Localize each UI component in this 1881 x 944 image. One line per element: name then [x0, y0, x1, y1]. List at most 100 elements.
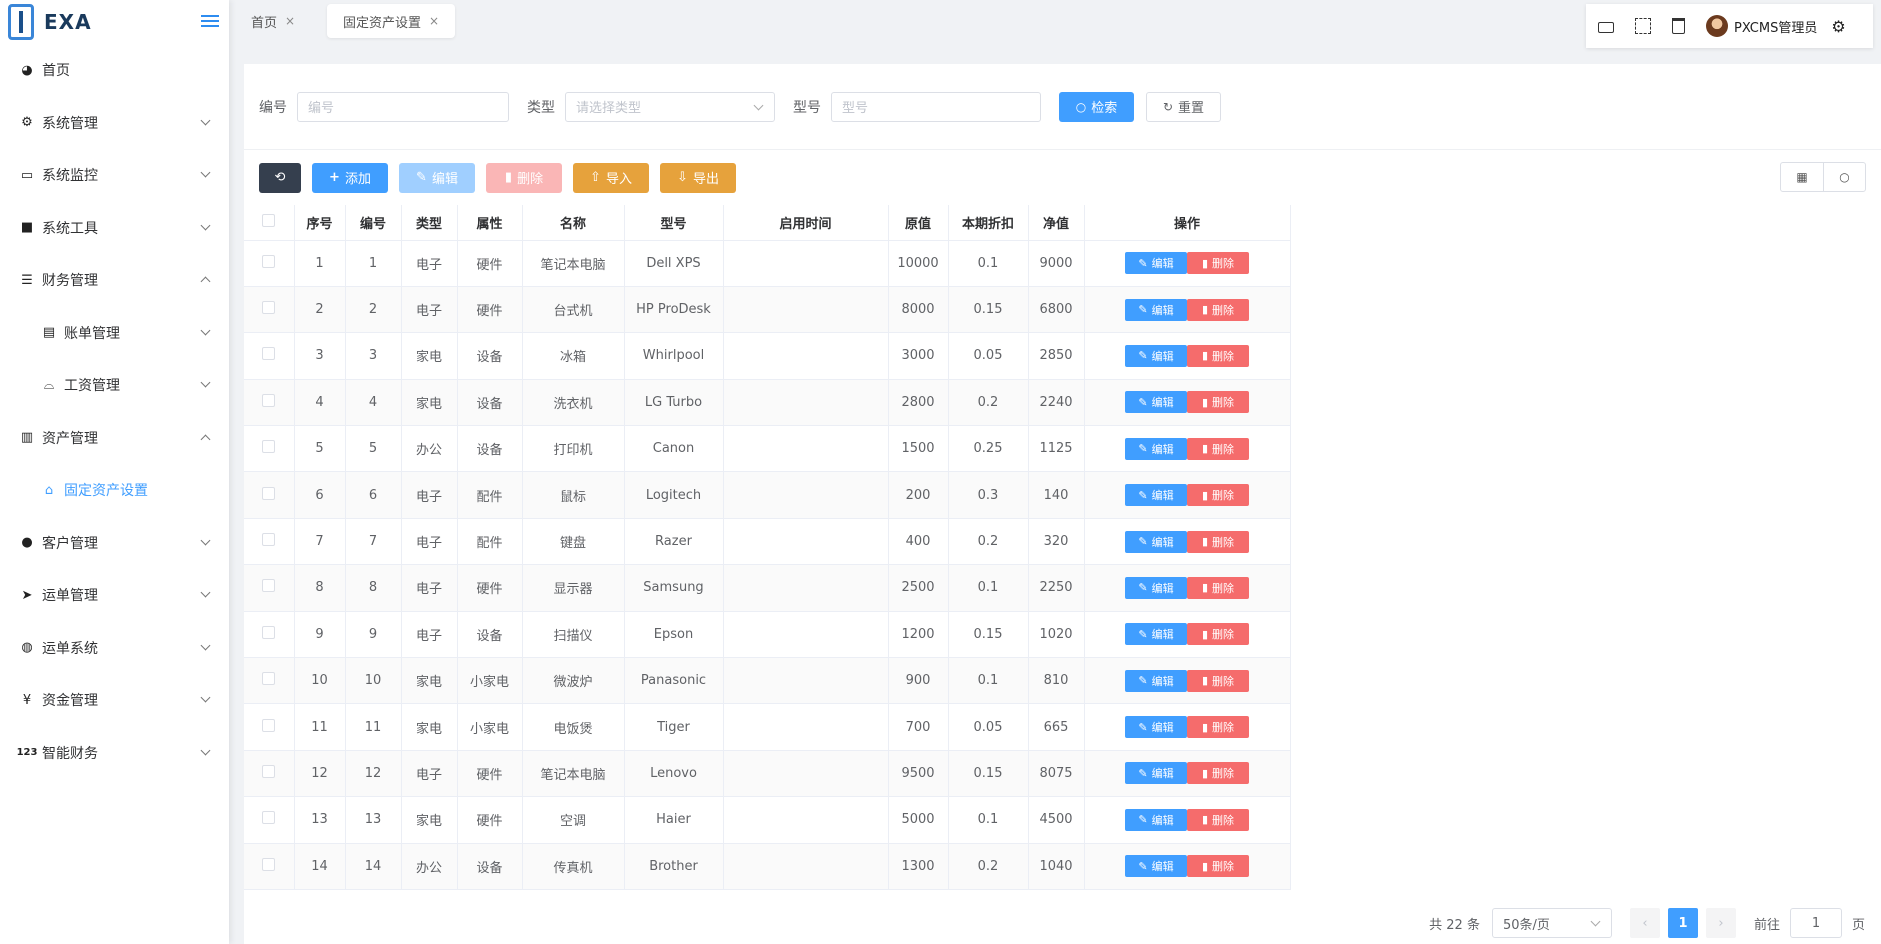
row-checkbox[interactable]	[262, 254, 276, 268]
row-delete-button[interactable]: ▮ 删除	[1187, 808, 1249, 831]
row-select-cell[interactable]	[244, 471, 295, 519]
row-edit-button[interactable]: ✎ 编辑	[1125, 344, 1187, 367]
import-button[interactable]: ⇧ 导入	[573, 162, 649, 193]
row-select-cell[interactable]	[244, 657, 295, 705]
sidebar-item-customers[interactable]: ● 客户管理	[0, 517, 229, 570]
row-checkbox[interactable]	[262, 811, 276, 825]
sidebar-item-system-management[interactable]: ⚙ 系统管理	[0, 97, 229, 150]
grid-icon[interactable]: ▦	[1781, 163, 1823, 191]
row-edit-button[interactable]: ✎ 编辑	[1125, 252, 1187, 275]
row-checkbox[interactable]	[262, 347, 276, 361]
row-delete-button[interactable]: ▮ 删除	[1187, 298, 1249, 321]
prev-page-button[interactable]: ‹	[1629, 908, 1660, 938]
row-edit-button[interactable]: ✎ 编辑	[1125, 576, 1187, 599]
row-select-cell[interactable]	[244, 240, 295, 287]
close-icon[interactable]: ×	[429, 14, 439, 28]
tab-fixed-assets[interactable]: 固定资产设置 ×	[327, 4, 456, 38]
row-edit-button[interactable]: ✎ 编辑	[1125, 437, 1187, 460]
row-delete-button[interactable]: ▮ 删除	[1187, 576, 1249, 599]
sidebar-item-funds[interactable]: ¥ 资金管理	[0, 674, 229, 727]
row-checkbox[interactable]	[262, 672, 276, 686]
model-input[interactable]: 型号	[831, 91, 1041, 122]
row-select-cell[interactable]	[244, 286, 295, 334]
row-checkbox[interactable]	[262, 393, 276, 407]
settings-gears-icon[interactable]: ⚙	[1831, 17, 1845, 36]
row-select-cell[interactable]	[244, 796, 295, 844]
row-delete-button[interactable]: ▮ 删除	[1187, 669, 1249, 692]
goto-page-input[interactable]: 1	[1789, 908, 1842, 938]
page-number[interactable]: 1	[1667, 908, 1698, 938]
row-delete-button[interactable]: ▮ 删除	[1187, 252, 1249, 275]
row-edit-button[interactable]: ✎ 编辑	[1125, 623, 1187, 646]
row-edit-button[interactable]: ✎ 编辑	[1125, 855, 1187, 878]
export-button[interactable]: ⇩ 导出	[660, 162, 736, 193]
row-select-cell[interactable]	[244, 564, 295, 612]
sidebar-item-system-monitor[interactable]: ▭ 系统监控	[0, 149, 229, 202]
row-checkbox[interactable]	[262, 625, 276, 639]
avatar[interactable]	[1706, 15, 1728, 37]
sidebar-item-waybill-system[interactable]: ◍ 运单系统	[0, 622, 229, 675]
refresh-button[interactable]: ⟲	[259, 162, 301, 193]
select-all-checkbox[interactable]	[262, 213, 276, 227]
row-checkbox[interactable]	[262, 718, 276, 732]
row-checkbox[interactable]	[262, 533, 276, 547]
row-select-cell[interactable]	[244, 750, 295, 798]
row-delete-button[interactable]: ▮ 删除	[1187, 855, 1249, 878]
row-edit-button[interactable]: ✎ 编辑	[1125, 530, 1187, 553]
sidebar-item-system-tools[interactable]: ■ 系统工具	[0, 202, 229, 255]
row-delete-button[interactable]: ▮ 删除	[1187, 623, 1249, 646]
row-delete-button[interactable]: ▮ 删除	[1187, 762, 1249, 785]
row-checkbox[interactable]	[262, 301, 276, 315]
sidebar-item-fixed-assets[interactable]: ⌂ 固定资产设置	[0, 464, 229, 517]
row-select-cell[interactable]	[244, 518, 295, 566]
sidebar-item-home[interactable]: ◕ 首页	[0, 44, 229, 97]
fullscreen-icon[interactable]	[1635, 18, 1651, 34]
row-select-cell[interactable]	[244, 379, 295, 427]
row-edit-button[interactable]: ✎ 编辑	[1125, 716, 1187, 739]
row-edit-button[interactable]: ✎ 编辑	[1125, 298, 1187, 321]
row-edit-button[interactable]: ✎ 编辑	[1125, 391, 1187, 414]
row-delete-button[interactable]: ▮ 删除	[1187, 484, 1249, 507]
sidebar-item-smart-finance[interactable]: 123 智能财务	[0, 727, 229, 780]
row-select-cell[interactable]	[244, 425, 295, 473]
row-edit-button[interactable]: ✎ 编辑	[1125, 484, 1187, 507]
reset-button[interactable]: ↻ 重置	[1146, 91, 1221, 122]
search-button[interactable]: ○ 检索	[1059, 91, 1134, 122]
row-checkbox[interactable]	[262, 857, 276, 871]
page-size-select[interactable]: 50条/页	[1491, 908, 1612, 938]
row-delete-button[interactable]: ▮ 删除	[1187, 716, 1249, 739]
add-button[interactable]: + 添加	[312, 162, 388, 193]
close-icon[interactable]: ×	[285, 14, 295, 28]
row-delete-button[interactable]: ▮ 删除	[1187, 391, 1249, 414]
trash-icon[interactable]	[1672, 18, 1685, 34]
row-edit-button[interactable]: ✎ 编辑	[1125, 808, 1187, 831]
sidebar-item-finance[interactable]: ☰ 财务管理	[0, 254, 229, 307]
code-input[interactable]: 编号	[297, 91, 509, 122]
row-edit-button[interactable]: ✎ 编辑	[1125, 762, 1187, 785]
row-delete-button[interactable]: ▮ 删除	[1187, 344, 1249, 367]
row-checkbox[interactable]	[262, 764, 276, 778]
username[interactable]: PXCMS管理员	[1734, 17, 1817, 36]
edit-button[interactable]: ✎ 编辑	[399, 162, 475, 193]
search-icon[interactable]: ○	[1823, 163, 1865, 191]
monitor-icon[interactable]	[1598, 21, 1614, 33]
delete-button[interactable]: ▮ 删除	[486, 162, 562, 193]
row-select-cell[interactable]	[244, 843, 295, 890]
menu-collapse-icon[interactable]	[201, 12, 219, 28]
tab-home[interactable]: 首页 ×	[235, 4, 311, 38]
sidebar-item-salary[interactable]: ⌓ 工资管理	[0, 359, 229, 412]
sidebar-item-waybills[interactable]: ➤ 运单管理	[0, 569, 229, 622]
row-delete-button[interactable]: ▮ 删除	[1187, 530, 1249, 553]
row-checkbox[interactable]	[262, 579, 276, 593]
row-checkbox[interactable]	[262, 486, 276, 500]
sidebar-item-bills[interactable]: ▤ 账单管理	[0, 307, 229, 360]
sidebar-item-assets[interactable]: ▥ 资产管理	[0, 412, 229, 465]
row-checkbox[interactable]	[262, 440, 276, 454]
next-page-button[interactable]: ›	[1705, 908, 1736, 938]
row-select-cell[interactable]	[244, 611, 295, 659]
row-select-cell[interactable]	[244, 703, 295, 751]
select-all-cell[interactable]	[244, 205, 295, 241]
type-select[interactable]: 请选择类型	[565, 91, 775, 122]
row-delete-button[interactable]: ▮ 删除	[1187, 437, 1249, 460]
row-edit-button[interactable]: ✎ 编辑	[1125, 669, 1187, 692]
